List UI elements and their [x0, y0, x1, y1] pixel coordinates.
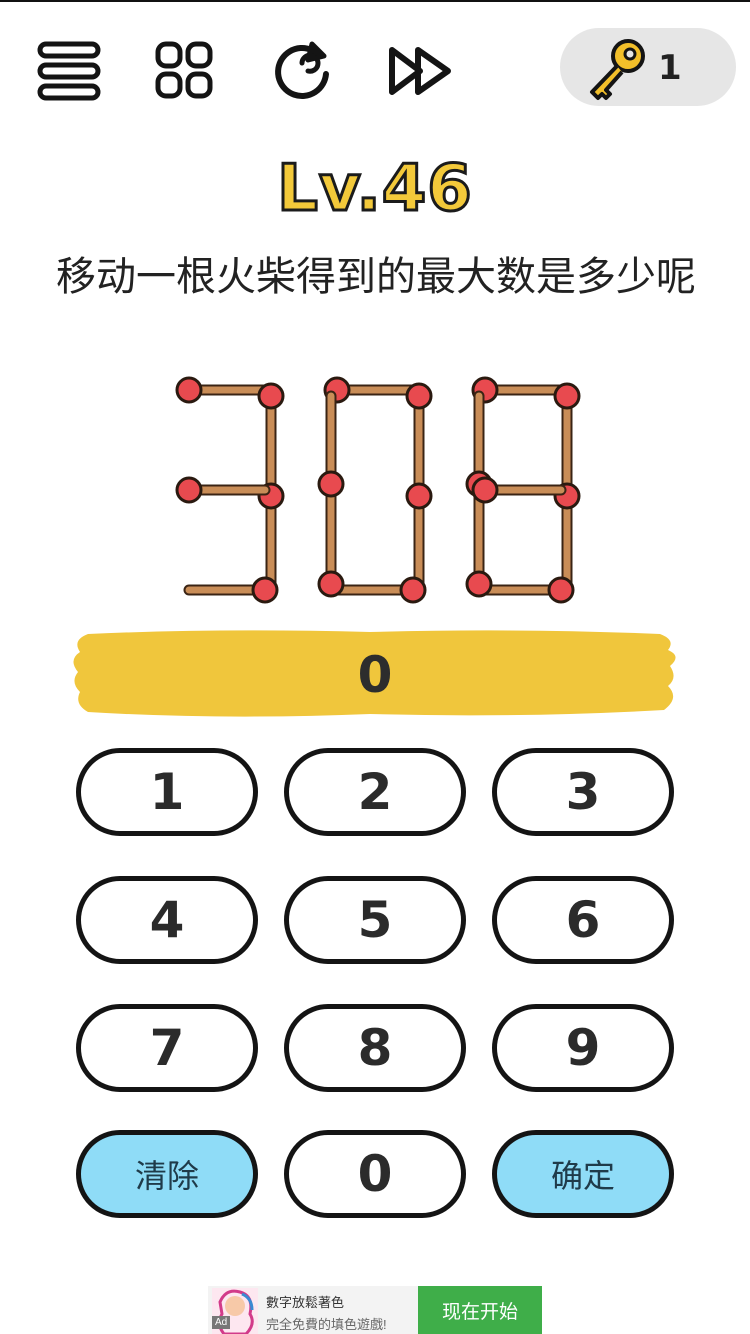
- match-head: [405, 382, 433, 410]
- match-head: [399, 576, 427, 604]
- skip-icon: [389, 47, 451, 95]
- key-count: 1: [658, 48, 682, 88]
- restart-button[interactable]: [268, 36, 338, 106]
- match-head: [405, 482, 433, 510]
- ad-cta-button[interactable]: 现在开始: [418, 1286, 542, 1334]
- key-7[interactable]: 7: [76, 1004, 258, 1092]
- key-9[interactable]: 9: [492, 1004, 674, 1092]
- key-3[interactable]: 3: [492, 748, 674, 836]
- confirm-button[interactable]: 确定: [492, 1130, 674, 1218]
- key-1[interactable]: 1: [76, 748, 258, 836]
- key-icon: [590, 39, 645, 100]
- ad-subtitle: 完全免費的填色遊戲!: [266, 1317, 387, 1332]
- menu-button[interactable]: [34, 36, 104, 106]
- level-select-button[interactable]: [150, 36, 220, 106]
- match-head: [553, 382, 581, 410]
- match-head: [547, 576, 575, 604]
- status-bar-edge: [0, 0, 750, 2]
- match-head: [175, 376, 203, 404]
- grid-icon: [155, 41, 213, 99]
- key-8[interactable]: 8: [284, 1004, 466, 1092]
- clear-button[interactable]: 清除: [76, 1130, 258, 1218]
- match-head: [251, 576, 279, 604]
- restart-icon: [275, 41, 329, 99]
- skip-button[interactable]: [386, 36, 456, 106]
- match-head: [175, 476, 203, 504]
- ad-label: Ad: [212, 1316, 231, 1329]
- ad-title: 數字放鬆著色: [266, 1295, 345, 1310]
- key-0[interactable]: 0: [284, 1130, 466, 1218]
- match-head: [465, 570, 493, 598]
- match-head: [317, 470, 345, 498]
- level-title: Lv.46: [276, 151, 474, 228]
- key-2[interactable]: 2: [284, 748, 466, 836]
- ad-banner[interactable]: Ad 數字放鬆著色 完全免費的填色遊戲! 现在开始: [208, 1286, 542, 1334]
- match-head: [257, 382, 285, 410]
- match-head: [317, 570, 345, 598]
- menu-icon: [37, 41, 101, 101]
- hint-keys-button[interactable]: 1: [560, 28, 736, 106]
- key-6[interactable]: 6: [492, 876, 674, 964]
- answer-display: 0: [357, 646, 393, 704]
- key-4[interactable]: 4: [76, 876, 258, 964]
- question-text: 移动一根火柴得到的最大数是多少呢: [56, 254, 696, 300]
- key-5[interactable]: 5: [284, 876, 466, 964]
- match-head: [471, 476, 499, 504]
- matchstick-puzzle[interactable]: [0, 360, 750, 620]
